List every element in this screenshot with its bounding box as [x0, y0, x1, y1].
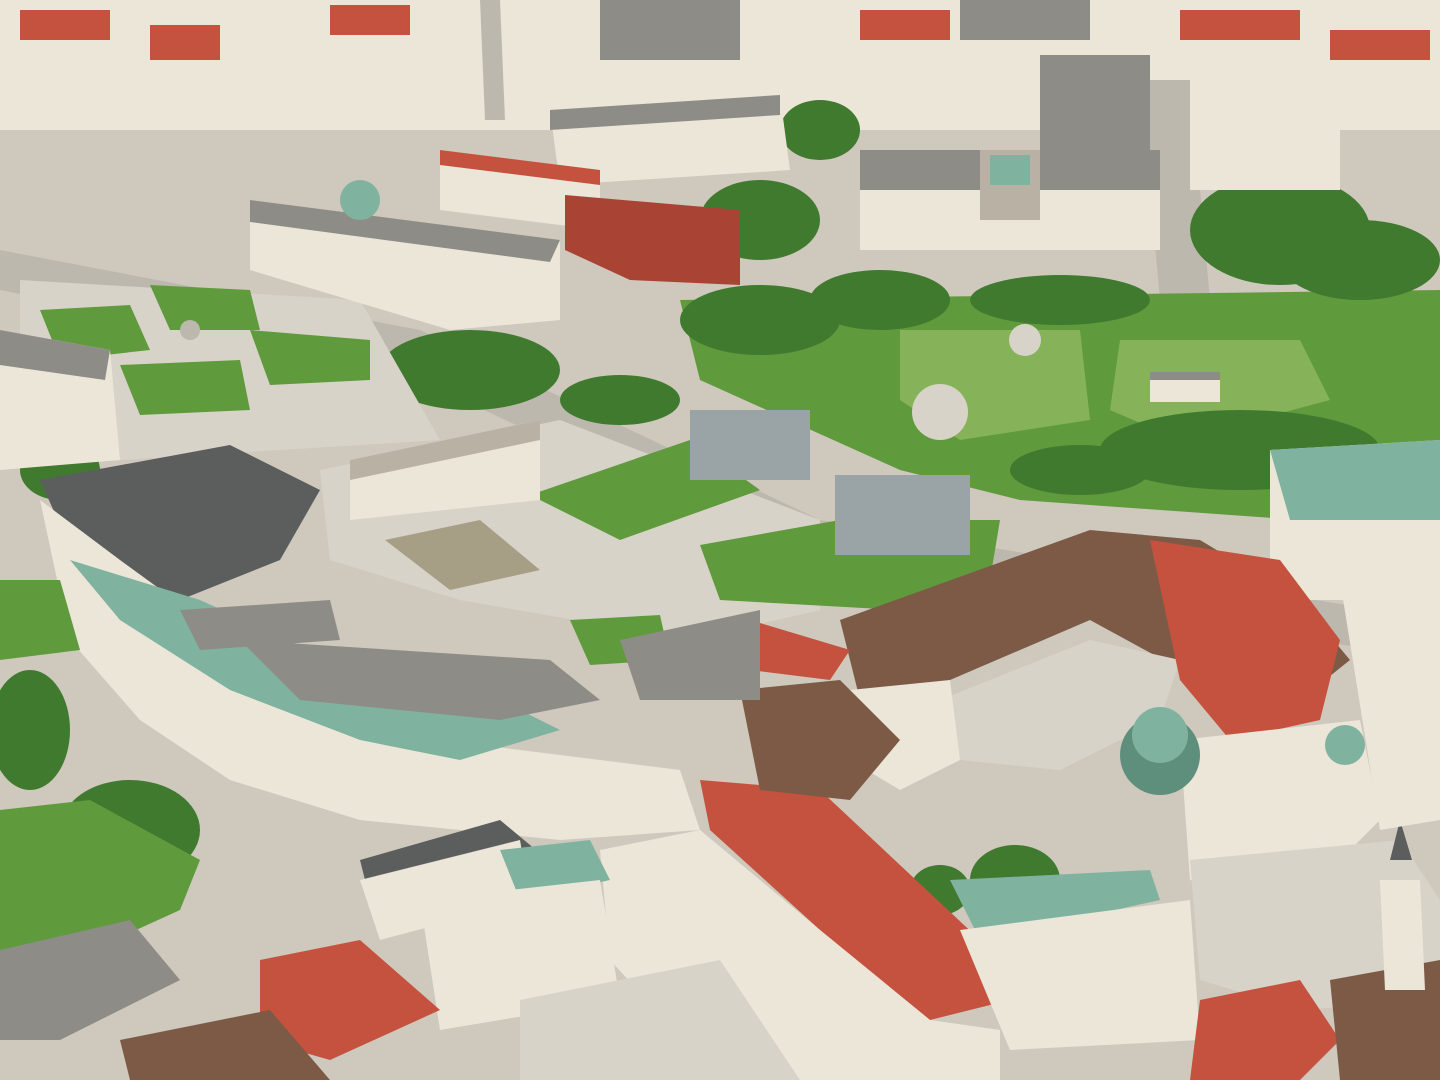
aerial-map-view[interactable] — [0, 0, 1440, 1080]
map-canvas[interactable] — [0, 0, 1440, 1080]
parliament-building — [860, 150, 1160, 250]
